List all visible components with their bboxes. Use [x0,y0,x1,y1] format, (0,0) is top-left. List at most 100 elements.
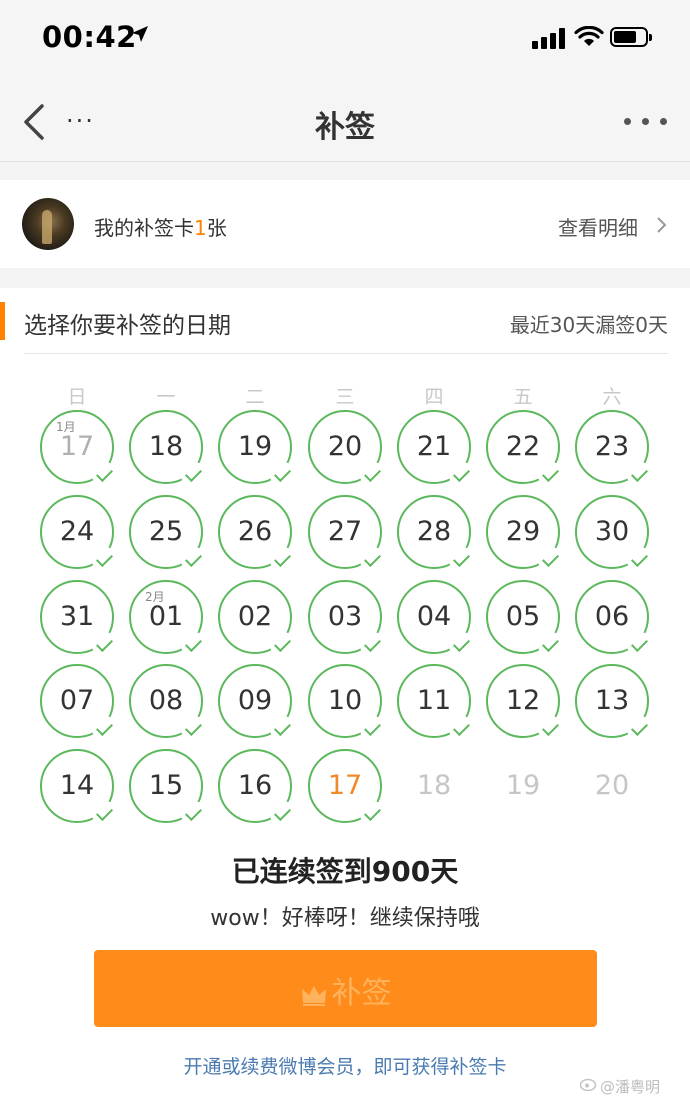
missed-summary: 最近30天漏签0天 [509,313,668,337]
calendar-day[interactable]: 13 [575,664,653,742]
battery-icon [610,27,652,47]
makeup-signin-panel: 选择你要补签的日期 最近30天漏签0天 日一二三四五六 1月 17 18 19 20 21… [0,288,690,1105]
calendar-day[interactable]: 15 [129,749,207,827]
calendar-day[interactable]: 26 [218,495,296,573]
calendar-day[interactable]: 08 [129,664,207,742]
calendar-day[interactable]: 02 [218,580,296,658]
calendar-day[interactable]: 28 [397,495,475,573]
checkmark-icon [449,632,475,658]
checkmark-icon [449,547,475,573]
calendar-day[interactable]: 29 [486,495,564,573]
checkmark-icon [360,801,386,827]
checkmark-icon [92,547,118,573]
divider [24,353,668,354]
weibo-logo-icon [580,1078,597,1091]
chevron-right-icon [657,217,667,233]
calendar-day[interactable]: 24 [40,495,118,573]
crown-icon [301,985,326,1006]
weekday-label: 二 [245,386,265,408]
status-bar: 00:42 [0,0,690,70]
checkmark-icon [360,632,386,658]
calendar-day[interactable]: 2月 01 [129,580,207,658]
calendar-day[interactable]: 19 [218,410,296,488]
checkmark-icon [270,462,296,488]
day-number: 19 [505,770,541,801]
calendar-day[interactable]: 23 [575,410,653,488]
checkmark-icon [92,632,118,658]
streak-text: 已连续签到900天 [231,855,459,888]
section-accent-bar [0,302,5,340]
signal-icon [532,27,566,49]
checkmark-icon [360,716,386,742]
checkmark-icon [627,462,653,488]
makeup-card-count: 我的补签卡1张 [94,216,227,240]
checkmark-icon [270,716,296,742]
checkmark-icon [627,632,653,658]
calendar-day[interactable]: 21 [397,410,475,488]
view-details-link[interactable]: 查看明细 [558,212,638,241]
checkmark-icon [181,632,207,658]
checkmark-icon [449,716,475,742]
calendar-day[interactable]: 10 [308,664,386,742]
checkmark-icon [627,547,653,573]
calendar-day[interactable]: 18 [129,410,207,488]
calendar-day[interactable]: 09 [218,664,296,742]
checkmark-icon [181,716,207,742]
nav-bar: ... 补签 [0,70,690,162]
checkmark-icon [538,462,564,488]
day-number: 18 [416,770,452,801]
calendar-day[interactable]: 03 [308,580,386,658]
encourage-text: wow！好棒呀！继续保持哦 [210,906,480,931]
calendar-day[interactable]: 1月 17 [40,410,118,488]
calendar-day[interactable]: 11 [397,664,475,742]
page-title: 补签 [315,110,375,145]
checkmark-icon [627,716,653,742]
calendar-day[interactable]: 07 [40,664,118,742]
checkmark-icon [538,632,564,658]
checkmark-icon [538,716,564,742]
section-title: 选择你要补签的日期 [24,313,231,339]
calendar-day[interactable]: 06 [575,580,653,658]
checkmark-icon [92,716,118,742]
calendar-day[interactable]: 20 [308,410,386,488]
day-number: 20 [594,770,630,801]
makeup-signin-button[interactable]: 补签 [94,950,597,1027]
weekday-label: 五 [513,386,533,408]
button-label: 补签 [331,976,392,1011]
checkmark-icon [181,462,207,488]
calendar-day[interactable]: 22 [486,410,564,488]
checkmark-icon [92,462,118,488]
calendar-day[interactable]: 16 [218,749,296,827]
checkmark-icon [449,462,475,488]
calendar-day[interactable]: 12 [486,664,564,742]
calendar-day[interactable]: 05 [486,580,564,658]
watermark: @潘粤明 [600,1078,661,1096]
checkmark-icon [181,547,207,573]
calendar-day[interactable]: 27 [308,495,386,573]
wifi-icon [574,26,604,46]
weekday-label: 六 [602,386,622,408]
checkmark-icon [270,547,296,573]
calendar-day-future: 18 [397,749,471,823]
checkmark-icon [270,801,296,827]
calendar-day[interactable]: 04 [397,580,475,658]
makeup-card-row[interactable]: 我的补签卡1张 查看明细 [0,180,690,268]
weekday-label: 三 [335,386,355,408]
checkmark-icon [92,801,118,827]
checkmark-icon [181,801,207,827]
calendar-day-future: 19 [486,749,560,823]
calendar-day[interactable]: 25 [129,495,207,573]
calendar-day[interactable]: 31 [40,580,118,658]
calendar-day-future: 20 [575,749,649,823]
checkmark-icon [360,462,386,488]
weekday-label: 四 [424,386,444,408]
checkmark-icon [270,632,296,658]
calendar-day[interactable]: 30 [575,495,653,573]
calendar-day[interactable]: 14 [40,749,118,827]
checkmark-icon [360,547,386,573]
card-count-number: 1 [194,216,207,240]
avatar [22,198,74,250]
calendar-day[interactable]: 17 [308,749,386,827]
weekday-label: 一 [156,386,176,408]
checkmark-icon [538,547,564,573]
